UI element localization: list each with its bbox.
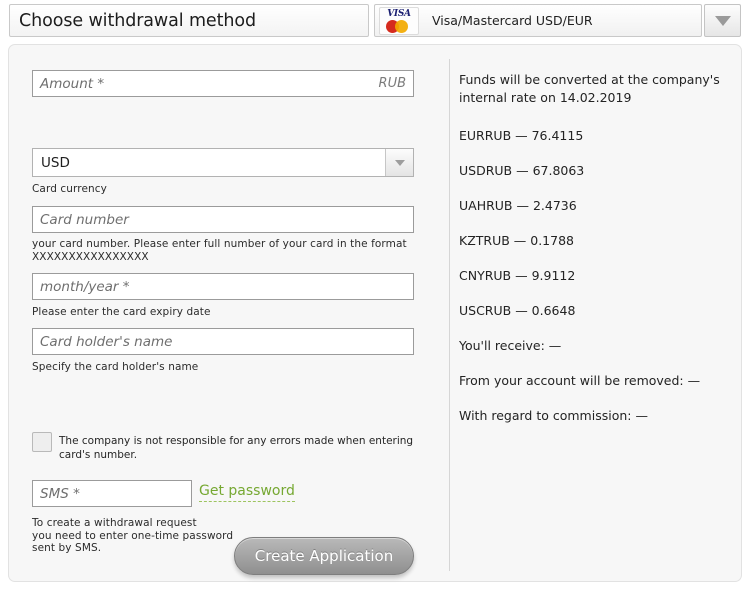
disclaimer-label: The company is not responsible for any e… xyxy=(59,435,414,461)
visa-mastercard-logo: VISA xyxy=(379,6,419,35)
total-removed-from-account: From your account will be removed: — xyxy=(459,373,701,388)
withdrawal-form-panel: Amount * RUB USD Card currency Card numb… xyxy=(8,44,742,582)
get-password-link[interactable]: Get password xyxy=(199,483,295,502)
total-commission: With regard to commission: — xyxy=(459,408,648,423)
page-title: Choose withdrawal method xyxy=(19,10,256,31)
conversion-notice: Funds will be converted at the company's… xyxy=(459,72,720,105)
card-currency-select[interactable]: USD xyxy=(32,148,414,177)
card-holder-input[interactable]: Card holder's name xyxy=(32,328,414,355)
card-number-input[interactable]: Card number xyxy=(32,206,414,233)
page-title-box: Choose withdrawal method xyxy=(9,4,369,37)
expiry-helper: Please enter the card expiry date xyxy=(32,306,211,318)
exchange-rate-item: KZTRUB — 0.1788 xyxy=(459,233,574,248)
chevron-down-icon xyxy=(714,15,731,26)
card-currency-value: USD xyxy=(41,154,70,171)
summary-column: Funds will be converted at the company's… xyxy=(459,71,731,442)
sms-code-placeholder: SMS * xyxy=(40,485,80,502)
exchange-rate-item: USDRUB — 67.8063 xyxy=(459,163,585,178)
totals-list: You'll receive: — From your account will… xyxy=(459,337,731,425)
withdrawal-method-select[interactable]: VISA Visa/Mastercard USD/EUR xyxy=(374,4,702,37)
sms-helper: To create a withdrawal request you need … xyxy=(32,517,234,554)
expiry-placeholder: month/year * xyxy=(40,278,130,295)
sms-code-input[interactable]: SMS * xyxy=(32,480,192,507)
exchange-rate-item: EURRUB — 76.4115 xyxy=(459,128,584,143)
form-column: Amount * RUB USD Card currency Card numb… xyxy=(24,45,424,581)
exchange-rate-item: CNYRUB — 9.9112 xyxy=(459,268,576,283)
withdrawal-method-dropdown-button[interactable] xyxy=(704,4,741,37)
card-currency-dropdown-button[interactable] xyxy=(385,149,413,176)
card-number-helper: your card number. Please enter full numb… xyxy=(32,238,407,263)
withdrawal-method-label: Visa/Mastercard USD/EUR xyxy=(432,13,593,28)
disclaimer-row[interactable]: The company is not responsible for any e… xyxy=(32,430,424,462)
card-currency-label: Card currency xyxy=(32,183,107,195)
page-header: Choose withdrawal method VISA Visa/Maste… xyxy=(0,0,750,44)
amount-placeholder: Amount * xyxy=(40,75,105,92)
exchange-rate-item: USCRUB — 0.6648 xyxy=(459,303,576,318)
card-holder-placeholder: Card holder's name xyxy=(40,333,173,350)
exchange-rate-item: UAHRUB — 2.4736 xyxy=(459,198,577,213)
mastercard-icon xyxy=(386,19,412,33)
card-holder-helper: Specify the card holder's name xyxy=(32,361,199,373)
amount-currency-suffix: RUB xyxy=(378,76,406,91)
visa-logo-text: VISA xyxy=(387,8,411,19)
create-application-button[interactable]: Create Application xyxy=(234,537,414,575)
exchange-rate-list: EURRUB — 76.4115 USDRUB — 67.8063 UAHRUB… xyxy=(459,127,731,320)
amount-input[interactable]: Amount * RUB xyxy=(32,70,414,97)
submit-button-wrapper: Create Application xyxy=(234,537,414,575)
chevron-down-icon xyxy=(394,159,405,166)
card-number-placeholder: Card number xyxy=(40,211,129,228)
disclaimer-checkbox[interactable] xyxy=(32,432,52,452)
expiry-input[interactable]: month/year * xyxy=(32,273,414,300)
column-divider xyxy=(449,59,450,571)
mastercard-amber-circle xyxy=(395,19,408,33)
total-you-will-receive: You'll receive: — xyxy=(459,338,562,353)
